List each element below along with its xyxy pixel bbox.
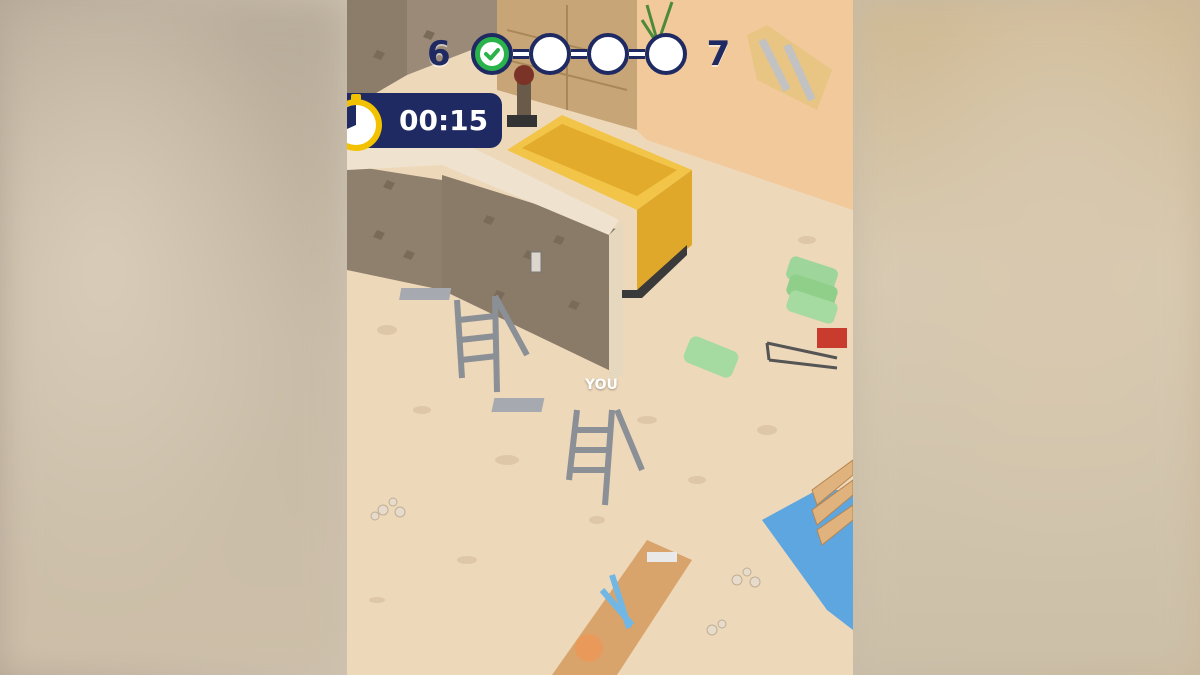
wall-outlet	[530, 251, 542, 273]
stage-dot-completed	[470, 33, 513, 75]
next-level-number: 7	[706, 34, 731, 74]
stage-dot-pending	[528, 33, 571, 75]
blurred-background-right	[853, 0, 1200, 675]
stage-connector	[512, 49, 529, 59]
stage-dot-pending	[644, 33, 687, 75]
check-icon	[479, 42, 504, 66]
game-viewport[interactable]: 6 7 00:15 YOU	[347, 0, 853, 675]
compactor	[507, 115, 537, 127]
stage-progress-dots	[470, 33, 687, 75]
blurred-background-left	[0, 0, 347, 675]
stage-connector	[570, 49, 587, 59]
stage-dot-pending	[586, 33, 629, 75]
timer-text: 00:15	[399, 104, 489, 137]
player-label: YOU	[585, 377, 618, 393]
current-level-number: 6	[427, 34, 451, 74]
level-progress: 6 7	[427, 28, 730, 80]
stopwatch-icon	[347, 94, 382, 151]
stage-connector	[628, 49, 645, 59]
